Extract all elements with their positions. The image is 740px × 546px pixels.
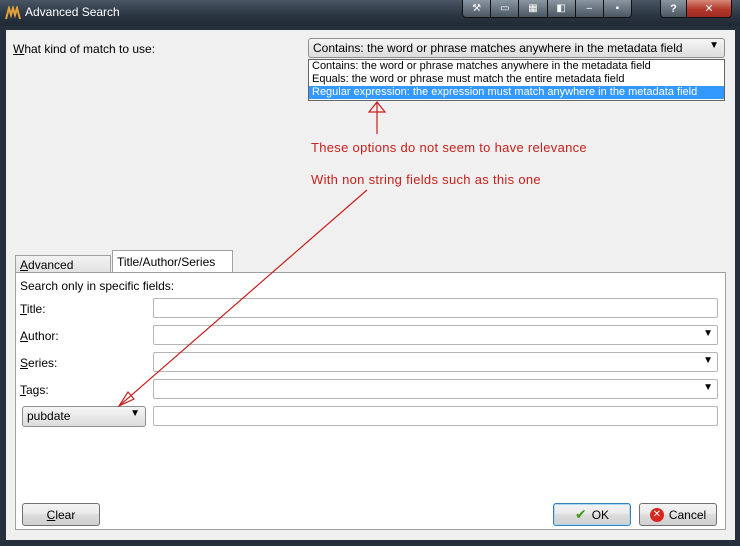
calibre-app-icon xyxy=(5,6,21,20)
maximize-icon[interactable]: ▪ xyxy=(603,0,631,17)
window-title: Advanced Search xyxy=(25,5,120,19)
match-kind-selected: Contains: the word or phrase matches any… xyxy=(313,41,683,55)
dropdown-option-regex[interactable]: Regular expression: the expression must … xyxy=(309,86,724,99)
dropdown-option-contains[interactable]: Contains: the word or phrase matches any… xyxy=(309,60,724,73)
chevron-down-icon: ▼ xyxy=(703,355,713,366)
panel-heading: Search only in specific fields: xyxy=(20,279,175,293)
title-input[interactable] xyxy=(153,298,718,318)
ok-button[interactable]: ✔ OK xyxy=(553,503,631,526)
annotation-relevance: These options do not seem to have releva… xyxy=(311,140,587,155)
field-select-value: pubdate xyxy=(27,409,71,423)
chevron-down-icon: ▼ xyxy=(130,408,140,419)
match-kind-dropdown-list: Contains: the word or phrase matches any… xyxy=(308,59,725,101)
cancel-button[interactable]: ✕ Cancel xyxy=(639,503,717,526)
match-kind-label: What kind of match to use: xyxy=(13,42,156,56)
pin-icon[interactable]: ◧ xyxy=(547,0,576,17)
author-combo[interactable]: ▼ xyxy=(153,325,718,345)
advanced-search-window: Advanced Search ⚒ ▭ ▦ ◧ – ▪ ? ✕ What kin… xyxy=(0,0,740,546)
series-label: Series: xyxy=(20,356,58,370)
checkmark-icon: ✔ xyxy=(574,506,587,522)
series-combo[interactable]: ▼ xyxy=(153,352,718,372)
chevron-down-icon: ▼ xyxy=(703,328,713,339)
close-button[interactable]: ✕ xyxy=(687,0,731,17)
title-bar[interactable]: Advanced Search ⚒ ▭ ▦ ◧ – ▪ ? ✕ xyxy=(0,0,740,26)
window-icon[interactable]: ▭ xyxy=(491,0,520,17)
dropdown-option-equals[interactable]: Equals: the word or phrase must match th… xyxy=(309,73,724,86)
chevron-down-icon: ▼ xyxy=(709,40,719,51)
field-value-input[interactable] xyxy=(153,406,718,426)
tab-title-author-series[interactable]: Title/Author/Series ... xyxy=(112,250,233,283)
title-label: Title: xyxy=(20,302,46,316)
match-kind-select[interactable]: Contains: the word or phrase matches any… xyxy=(308,38,725,58)
clear-button[interactable]: Clear xyxy=(22,503,100,526)
title-toolbar: ⚒ ▭ ▦ ◧ – ▪ xyxy=(462,0,632,18)
cancel-icon: ✕ xyxy=(649,507,664,522)
minimize-icon[interactable]: – xyxy=(575,0,604,17)
chevron-down-icon: ▼ xyxy=(703,382,713,393)
author-label: Author: xyxy=(20,329,59,343)
help-button[interactable]: ? xyxy=(661,0,687,17)
system-buttons: ? ✕ xyxy=(660,0,732,18)
field-select[interactable]: pubdate ▼ xyxy=(22,406,146,427)
tags-label: Tags: xyxy=(20,383,49,397)
wrench-icon[interactable]: ⚒ xyxy=(463,0,492,17)
grid-icon[interactable]: ▦ xyxy=(519,0,548,17)
annotation-non-string: With non string fields such as this one xyxy=(311,172,541,187)
tags-combo[interactable]: ▼ xyxy=(153,379,718,399)
dialog-client-area: What kind of match to use: Contains: the… xyxy=(6,30,735,540)
